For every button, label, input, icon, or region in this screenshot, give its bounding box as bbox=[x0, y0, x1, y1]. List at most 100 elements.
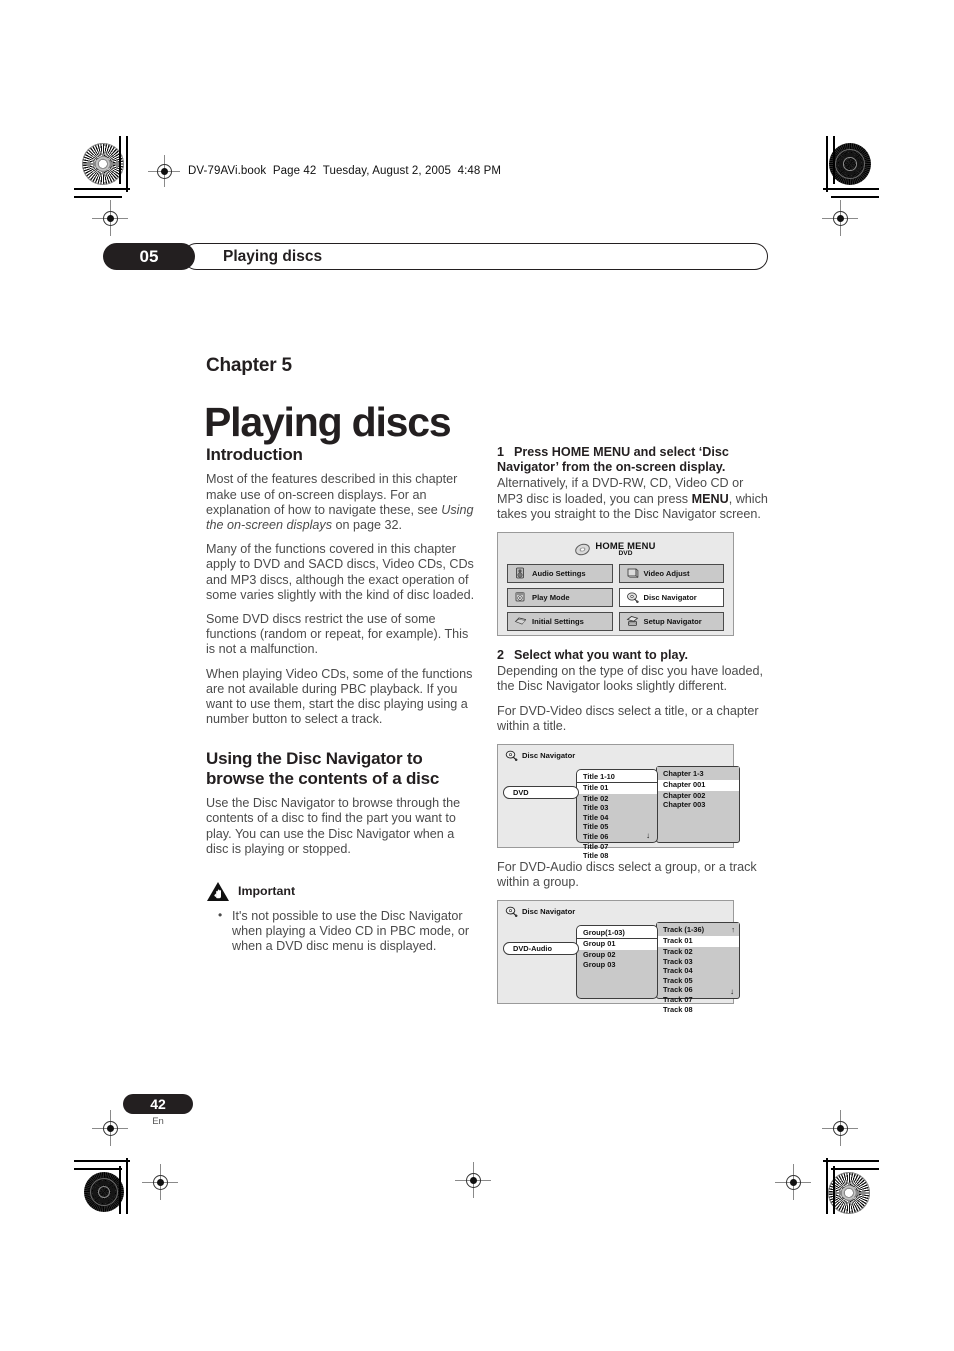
crop-mark-bottom-right-v bbox=[826, 1158, 828, 1214]
chapter-bar-title: Playing discs bbox=[223, 247, 323, 265]
list-item[interactable]: Chapter 003 bbox=[663, 800, 739, 810]
scroll-up-arrow-icon[interactable]: ↑ bbox=[731, 925, 735, 934]
intro-paragraph-3: Some DVD discs restrict the use of some … bbox=[206, 612, 469, 657]
registration-starburst-top-left bbox=[82, 143, 124, 185]
list-item[interactable]: Track 03 bbox=[663, 957, 739, 967]
list-item[interactable]: Title 04 bbox=[583, 813, 657, 823]
crop-mark-bottom-left-h bbox=[74, 1160, 130, 1162]
home-menu-setup-navigator-label: Setup Navigator bbox=[643, 616, 702, 626]
disc-navigator-heading: Using the Disc Navigator to browse the c… bbox=[206, 749, 440, 788]
scroll-down-arrow-icon[interactable]: ↓ bbox=[646, 832, 650, 840]
list-item[interactable]: Title 08 bbox=[583, 851, 657, 861]
list-item[interactable]: Track 05 bbox=[663, 976, 739, 986]
home-menu-play-mode[interactable]: Play Mode bbox=[507, 587, 613, 607]
list-item[interactable]: Chapter 001 bbox=[657, 780, 739, 791]
setup-navigator-icon bbox=[626, 615, 639, 627]
home-menu-audio-settings[interactable]: Audio Settings bbox=[507, 563, 613, 583]
list-item[interactable]: Track 04 bbox=[663, 966, 739, 976]
warning-triangle-icon bbox=[206, 881, 230, 902]
list-item[interactable]: Group 01 bbox=[577, 939, 657, 950]
group-list-column[interactable]: Group(1-03) Group 01 Group 02 Group 03 bbox=[576, 925, 658, 1000]
intro-paragraph-4: When playing Video CDs, some of the func… bbox=[206, 666, 473, 727]
title-list-column[interactable]: Title 1-10 Title 01 Title 02 Title 03 Ti… bbox=[576, 769, 658, 860]
title-list-header: Title 1-10 bbox=[577, 770, 657, 784]
registration-crosshair-top-left bbox=[92, 200, 128, 236]
home-menu-screenshot: HOME MENU DVD Audio Settings Video Adjus… bbox=[497, 532, 734, 637]
page-language-label: En bbox=[152, 1116, 164, 1127]
home-menu-disc-navigator[interactable]: Disc Navigator bbox=[618, 587, 724, 607]
home-menu-setup-navigator[interactable]: Setup Navigator bbox=[618, 611, 724, 631]
crop-mark-top-left-h2 bbox=[74, 196, 122, 198]
step-2-heading: 2 Select what you want to play. bbox=[497, 648, 689, 663]
group-list-rows: Group 01 Group 02 Group 03 bbox=[577, 939, 657, 969]
registration-crosshair-bottom-center bbox=[455, 1162, 491, 1198]
chapter-list-header-label: Chapter 1-3 bbox=[663, 769, 704, 779]
list-item[interactable]: Track 07 bbox=[663, 995, 739, 1005]
disc-navigator-video-header: Disc Navigator bbox=[498, 745, 733, 762]
group-list-header-label: Group(1-03) bbox=[583, 927, 625, 937]
chapter-list-header: Chapter 1-3 bbox=[657, 767, 739, 781]
registration-crosshair-right-mid bbox=[822, 1110, 858, 1146]
important-label: Important bbox=[238, 884, 296, 899]
list-item[interactable]: Track 08 bbox=[663, 1005, 739, 1015]
home-menu-video-adjust[interactable]: Video Adjust bbox=[618, 563, 724, 583]
list-item[interactable]: Track 06 bbox=[663, 985, 739, 995]
page-number-badge: 42 bbox=[123, 1094, 193, 1114]
chapter-kicker: Chapter 5 bbox=[206, 355, 292, 376]
home-menu-audio-settings-label: Audio Settings bbox=[532, 568, 586, 578]
registration-crosshair-bottom-left bbox=[142, 1164, 178, 1200]
disc-navigator-icon bbox=[505, 750, 518, 762]
list-item[interactable]: Group 02 bbox=[583, 950, 657, 960]
disc-navigator-video-header-label: Disc Navigator bbox=[522, 751, 576, 761]
title-list-header-label: Title 1-10 bbox=[583, 771, 615, 781]
home-menu-disc-navigator-label: Disc Navigator bbox=[643, 592, 697, 602]
title-list-rows: Title 01 Title 02 Title 03 Title 04 Titl… bbox=[577, 783, 657, 861]
step-1-body: Alternatively, if a DVD-RW, CD, Video CD… bbox=[497, 476, 768, 521]
crop-mark-bottom-right-v2 bbox=[833, 1166, 835, 1214]
crop-mark-top-right-v bbox=[826, 136, 828, 192]
list-item: It's not possible to use the Disc Naviga… bbox=[218, 908, 478, 955]
step-3-text: For DVD-Audio discs select a group, or a… bbox=[497, 860, 757, 890]
crop-mark-top-right-h bbox=[823, 188, 879, 190]
intro-paragraph-1: Most of the features described in this c… bbox=[206, 472, 474, 532]
crop-mark-top-left-h bbox=[74, 188, 130, 190]
home-menu-initial-settings[interactable]: Initial Settings bbox=[507, 611, 613, 631]
settings-icon bbox=[514, 615, 527, 627]
play-mode-icon bbox=[514, 591, 527, 603]
list-item[interactable]: Title 03 bbox=[583, 803, 657, 813]
list-item[interactable]: Title 07 bbox=[583, 842, 657, 852]
disc-navigator-video-body: DVD Title 1-10 Title 01 Title 02 Title 0… bbox=[498, 761, 740, 860]
disc-navigator-icon bbox=[626, 591, 639, 604]
step-1-number: 1 bbox=[497, 445, 505, 459]
track-list-header-label: Track (1-36) bbox=[663, 925, 705, 935]
menu-button-ref: MENU bbox=[691, 491, 729, 506]
registration-crosshair-top-right bbox=[822, 200, 858, 236]
speaker-icon bbox=[514, 567, 527, 579]
home-menu-grid: Audio Settings Video Adjust Play Mode Di… bbox=[507, 563, 724, 631]
disc-navigator-audio-screenshot: Disc Navigator DVD-Audio Group(1-03) Gro… bbox=[497, 900, 740, 1014]
list-item[interactable]: Track 01 bbox=[657, 936, 739, 947]
introduction-heading: Introduction bbox=[206, 445, 303, 464]
list-item[interactable]: Title 01 bbox=[577, 783, 657, 794]
registration-starburst-bottom-left bbox=[84, 1172, 124, 1212]
crop-mark-bottom-right-h2 bbox=[831, 1168, 879, 1170]
disc-type-tag-dvd-audio: DVD-Audio bbox=[503, 942, 579, 956]
list-item[interactable]: Track 02 bbox=[663, 947, 739, 957]
scroll-down-arrow-icon[interactable]: ↓ bbox=[730, 988, 734, 996]
group-list-header: Group(1-03) bbox=[577, 926, 657, 940]
list-item[interactable]: Group 03 bbox=[583, 960, 657, 970]
crop-mark-bottom-left-v bbox=[126, 1158, 128, 1214]
chapter-list-column[interactable]: Chapter 1-3 Chapter 001 Chapter 002 Chap… bbox=[656, 766, 740, 844]
chapter-header-bar: 05 Playing discs bbox=[103, 243, 768, 270]
monitor-icon bbox=[626, 567, 639, 579]
crop-mark-top-left-v2 bbox=[119, 136, 121, 184]
disc-navigator-audio-body: DVD-Audio Group(1-03) Group 01 Group 02 … bbox=[498, 917, 740, 1014]
list-item[interactable]: Title 02 bbox=[583, 794, 657, 804]
home-menu-video-adjust-label: Video Adjust bbox=[643, 568, 690, 578]
list-item[interactable]: Chapter 002 bbox=[663, 791, 739, 801]
page-title: Playing discs bbox=[204, 399, 452, 446]
disc-navigator-audio-header-label: Disc Navigator bbox=[522, 907, 576, 917]
step-2-body-1: Depending on the type of disc you have l… bbox=[497, 664, 764, 694]
track-list-column[interactable]: Track (1-36) ↑ Track 01 Track 02 Track 0… bbox=[656, 922, 740, 1014]
crop-mark-bottom-left-v2 bbox=[119, 1166, 121, 1214]
